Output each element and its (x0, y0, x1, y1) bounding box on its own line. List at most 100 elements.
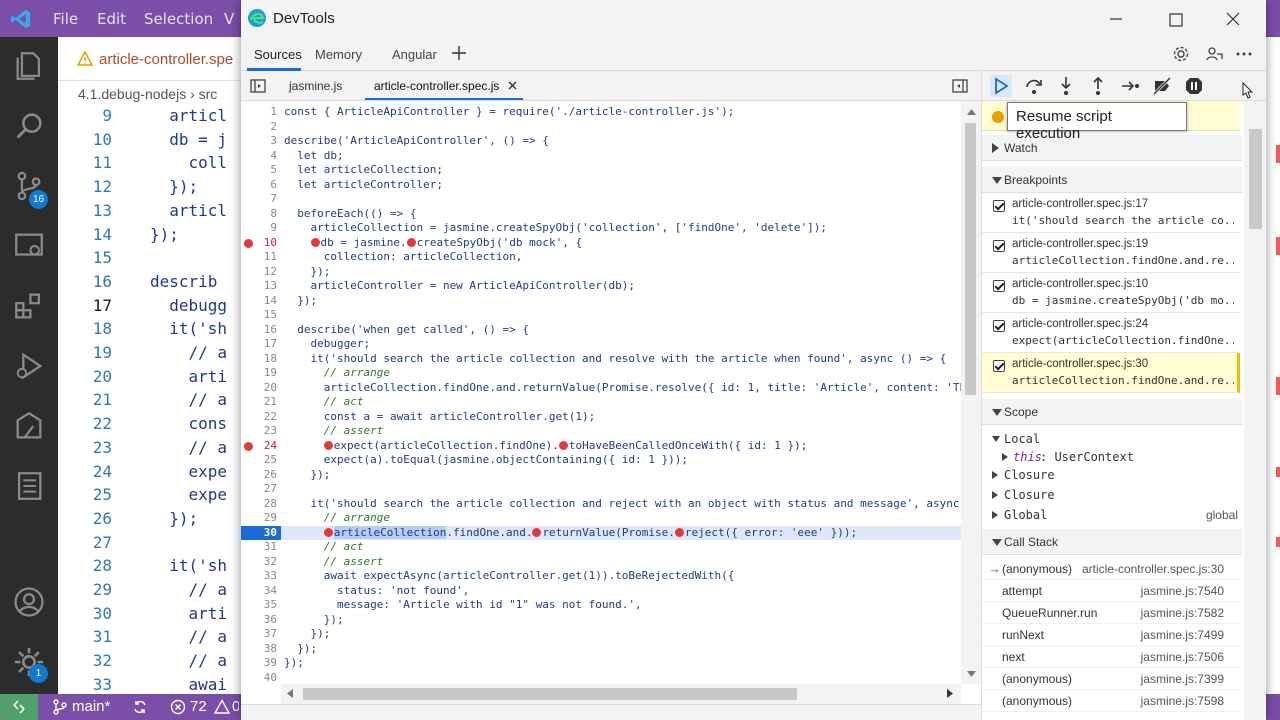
toggle-navigator-icon[interactable] (250, 79, 266, 93)
remote-explorer-icon[interactable] (12, 229, 46, 263)
code-line[interactable]: 34 status: 'not found', (241, 584, 961, 599)
line-number[interactable]: 26 (241, 468, 277, 483)
breakpoint-checkbox[interactable] (993, 200, 1005, 212)
call-frame-location[interactable]: jasmine.js:7540 (1141, 584, 1224, 598)
call-frame-location[interactable]: jasmine.js:7598 (1141, 694, 1224, 708)
breakpoint-item[interactable]: article-controller.spec.js:17 it('should … (982, 193, 1240, 233)
accounts-icon[interactable] (12, 585, 46, 619)
code-line[interactable]: 21 // act (241, 395, 961, 410)
line-number[interactable]: 36 (241, 613, 277, 628)
inline-breakpoint-icon[interactable] (558, 440, 568, 450)
line-number[interactable]: 16 (241, 323, 277, 338)
line-number[interactable]: 34 (241, 584, 277, 599)
line-number[interactable]: 5 (241, 163, 277, 178)
menu-view[interactable]: V (224, 10, 234, 28)
line-number[interactable]: 21 (241, 395, 277, 410)
code-line[interactable]: 25 expect(a).toEqual(jasmine.objectConta… (241, 453, 961, 468)
warning-count[interactable]: 0 (214, 698, 239, 718)
code-line[interactable]: 27 (241, 482, 961, 497)
call-frame[interactable]: runNext jasmine.js:7499 (982, 624, 1240, 646)
line-number[interactable]: 2 (241, 120, 277, 135)
code-line[interactable]: 40 (241, 671, 961, 685)
code-line[interactable]: 38 }); (241, 642, 961, 657)
code-line[interactable]: 22 const a = await articleController.get… (241, 410, 961, 425)
code-line[interactable]: 31 // act (241, 540, 961, 555)
tab-sources[interactable]: Sources (254, 47, 302, 62)
call-frame-location[interactable]: jasmine.js:7506 (1141, 650, 1224, 664)
current-execution-line[interactable]: 30 articleCollection.findOne.and. returnV… (241, 525, 961, 540)
line-number[interactable]: 7 (241, 192, 277, 207)
line-number[interactable]: 13 (241, 279, 277, 294)
vertical-scrollbar[interactable] (961, 101, 981, 684)
code-line[interactable]: 29 // arrange (241, 511, 961, 526)
breadcrumb[interactable]: 4.1.debug-nodejs › src (78, 86, 217, 102)
code-line[interactable]: 39}); (241, 656, 961, 671)
inline-breakpoint-icon[interactable] (323, 440, 333, 450)
explorer-icon[interactable] (12, 49, 46, 83)
scroll-down-icon[interactable] (967, 671, 976, 677)
inline-breakpoint-icon[interactable] (532, 527, 542, 537)
inline-breakpoint-icon[interactable] (406, 237, 416, 247)
deactivate-breakpoints-icon[interactable] (1151, 75, 1173, 97)
notebook-icon[interactable] (12, 469, 46, 503)
line-number[interactable]: 30 (241, 525, 281, 540)
code-line[interactable]: 13 articleController = new ArticleApiCon… (241, 279, 961, 294)
code-line[interactable]: 1 const { ArticleApiController } = requir… (241, 105, 961, 120)
line-number[interactable]: 39 (241, 656, 277, 671)
code-line[interactable]: 2 (241, 120, 961, 135)
breakpoint-checkbox[interactable] (993, 280, 1005, 292)
code-line[interactable]: 24 expect(articleCollection.findOne). toH… (241, 439, 961, 454)
tab-angular[interactable]: Angular (392, 47, 437, 62)
call-frame-location[interactable]: jasmine.js:7399 (1141, 672, 1224, 686)
error-count[interactable]: 72 (190, 698, 207, 715)
toggle-debugger-icon[interactable] (952, 79, 968, 93)
scroll-left-icon[interactable] (287, 689, 293, 698)
code-line[interactable]: 26 }); (241, 468, 961, 483)
code-line[interactable]: 12 }); (241, 265, 961, 280)
line-number[interactable]: 27 (241, 482, 277, 497)
breakpoint-item[interactable]: article-controller.spec.js:24 expect(arti… (982, 313, 1240, 353)
scope-section-header[interactable]: Scope (982, 399, 1242, 425)
call-frame[interactable]: (anonymous) jasmine.js:7399 (982, 668, 1240, 690)
code-line[interactable]: 4 let db; (241, 149, 961, 164)
line-number[interactable]: 9 (241, 221, 277, 236)
code-line[interactable]: 11 collection: articleCollection, (241, 250, 961, 265)
line-number[interactable]: 12 (241, 265, 277, 280)
maximize-icon[interactable] (1169, 13, 1183, 27)
menu-edit[interactable]: Edit (97, 10, 126, 28)
breakpoint-checkbox[interactable] (993, 240, 1005, 252)
line-number[interactable]: 4 (241, 149, 277, 164)
vscode-editor-tab[interactable]: article-controller.spe (58, 37, 258, 81)
line-number[interactable]: 28 (241, 497, 277, 512)
step-over-icon[interactable] (1023, 75, 1045, 97)
call-frame[interactable]: (anonymous) jasmine.js:7598 (982, 690, 1240, 712)
line-number[interactable]: 38 (241, 642, 277, 657)
code-line[interactable]: 15 (241, 308, 961, 323)
call-frame[interactable]: attempt jasmine.js:7540 (982, 580, 1240, 602)
scroll-up-icon[interactable] (967, 109, 976, 115)
live-share-icon[interactable] (12, 409, 46, 443)
code-line[interactable]: 18 it('should search the article collect… (241, 352, 961, 367)
breakpoint-item[interactable]: article-controller.spec.js:10 db = jasmin… (982, 273, 1240, 313)
code-line[interactable]: 35 message: 'Article with id "1" was not… (241, 598, 961, 613)
line-number[interactable]: 14 (241, 294, 277, 309)
line-number[interactable]: 17 (241, 337, 277, 352)
tab-memory[interactable]: Memory (315, 47, 362, 62)
code-line[interactable]: 28 it('should search the article collect… (241, 497, 961, 512)
line-number[interactable]: 37 (241, 627, 277, 642)
code-line[interactable]: 3 describe('ArticleApiController', () => … (241, 134, 961, 149)
line-number[interactable]: 40 (241, 671, 277, 685)
scroll-right-icon[interactable] (947, 689, 953, 698)
close-file-icon[interactable] (508, 81, 517, 90)
inline-breakpoint-icon[interactable] (323, 527, 333, 537)
file-tab-jasmine[interactable]: jasmine.js (289, 79, 342, 93)
close-icon[interactable] (1226, 12, 1240, 26)
call-frame[interactable]: QueueRunner.run jasmine.js:7582 (982, 602, 1240, 624)
scroll-thumb[interactable] (965, 123, 976, 395)
more-options-icon[interactable] (1236, 47, 1252, 61)
menu-selection[interactable]: Selection (144, 10, 213, 28)
resume-icon[interactable] (990, 75, 1012, 97)
sync-icon[interactable] (132, 699, 148, 715)
line-number[interactable]: 8 (241, 207, 277, 222)
call-frame-location[interactable]: article-controller.spec.js:30 (1082, 562, 1224, 576)
